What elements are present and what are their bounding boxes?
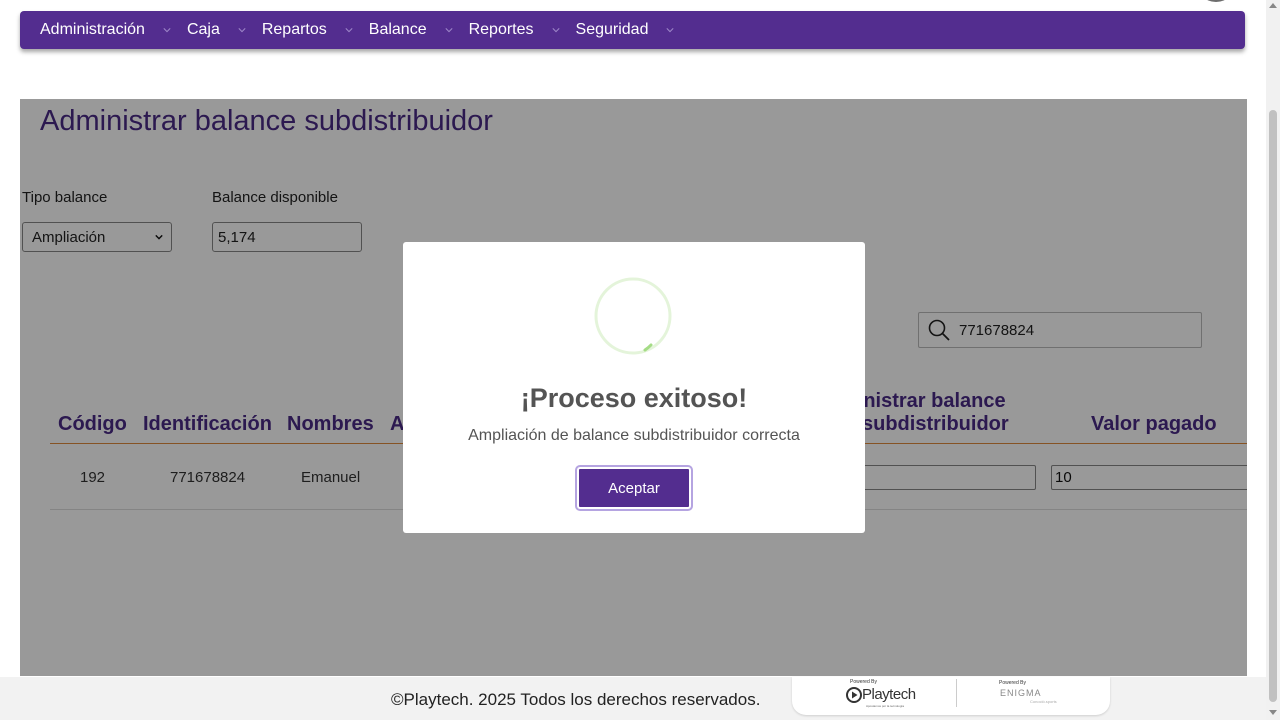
footer: ©Playtech. 2025 Todos los derechos reser…: [0, 677, 1266, 720]
powered-by-label: Powered By: [850, 679, 877, 685]
scrollbar-thumb[interactable]: [1269, 110, 1277, 702]
chevron-down-icon: [445, 28, 453, 33]
enigma-logo[interactable]: ENIGMA: [1000, 688, 1042, 698]
success-dialog: ¡Proceso exitoso! Ampliación de balance …: [403, 242, 865, 533]
playtech-logo[interactable]: Playtech: [846, 686, 916, 703]
scroll-up-arrow-icon[interactable]: [1269, 3, 1277, 8]
enigma-tagline: Conoció.sports: [1030, 699, 1057, 704]
playtech-logo-text: Playtech: [862, 686, 916, 703]
dialog-message: Ampliación de balance subdistribuidor co…: [468, 427, 800, 444]
nav-item-label: Balance: [368, 21, 427, 38]
accept-button[interactable]: Aceptar: [577, 467, 691, 509]
powered-by-label: Powered By: [999, 680, 1026, 686]
powered-by-logos: Powered By Playtech Apostamos por la tec…: [792, 677, 1110, 715]
playtech-tagline: Apostamos por la tecnología: [866, 704, 905, 708]
nav-item-caja[interactable]: Caja: [187, 21, 246, 39]
nav-item-label: Reportes: [468, 21, 534, 38]
chevron-down-icon: [345, 28, 353, 33]
nav-item-balance[interactable]: Balance: [369, 21, 453, 39]
chevron-down-icon: [551, 28, 560, 33]
chevron-down-icon: [163, 28, 171, 33]
nav-item-reportes[interactable]: Reportes: [469, 21, 560, 39]
dialog-title: ¡Proceso exitoso!: [520, 383, 748, 413]
playtech-play-icon: [846, 686, 862, 703]
app-window: Administración Caja Repartos Balance Rep…: [0, 0, 1280, 720]
nav-item-label: Caja: [186, 21, 220, 38]
nav-item-label: Repartos: [261, 21, 327, 38]
nav-item-label: Seguridad: [575, 21, 649, 38]
success-icon: [594, 277, 672, 355]
nav-item-repartos[interactable]: Repartos: [262, 21, 353, 39]
chevron-down-icon: [666, 28, 675, 33]
nav-item-label: Administración: [40, 21, 145, 38]
copyright-text: ©Playtech. 2025 Todos los derechos reser…: [391, 690, 761, 709]
page-scrollbar[interactable]: [1266, 0, 1280, 720]
nav-item-seguridad[interactable]: Seguridad: [576, 21, 675, 39]
chevron-down-icon: [238, 28, 246, 33]
main-navbar: Administración Caja Repartos Balance Rep…: [20, 11, 1245, 49]
user-avatar[interactable]: [1196, 0, 1236, 2]
nav-item-administracion[interactable]: Administración: [40, 21, 171, 39]
logo-divider: [956, 679, 957, 707]
scroll-down-arrow-icon[interactable]: [1269, 710, 1277, 715]
